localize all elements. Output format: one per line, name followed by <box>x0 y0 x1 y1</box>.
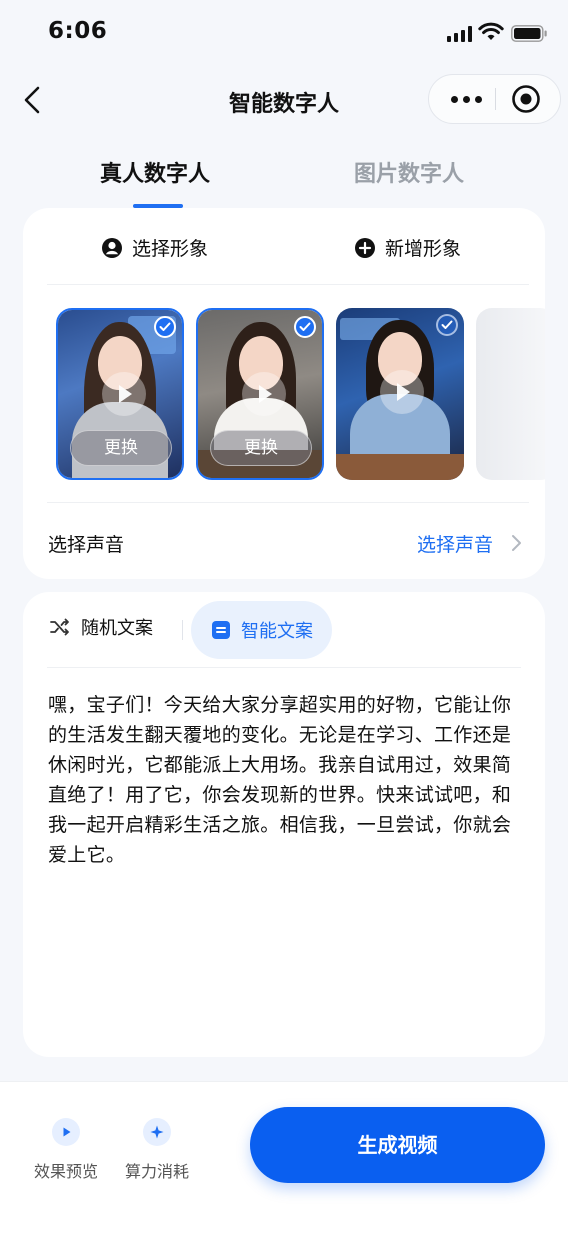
sparkle-icon <box>143 1118 171 1146</box>
copy-card: 随机文案 智能文案 嘿，宝子们！今天给大家分享超实用的好物，它能让你的生活发生翻… <box>23 592 545 1057</box>
tab-separator <box>182 620 183 640</box>
tab-random-copy[interactable]: 随机文案 <box>49 614 153 640</box>
plus-circle-icon <box>355 237 375 258</box>
check-icon <box>154 316 176 338</box>
wifi-icon <box>478 22 504 40</box>
divider <box>47 284 529 285</box>
more-icon[interactable] <box>441 75 493 123</box>
play-icon[interactable] <box>380 370 424 414</box>
replace-avatar-button[interactable]: 更换 <box>70 430 172 466</box>
avatar-card-4[interactable] <box>476 308 545 480</box>
tab-photo-person[interactable]: 图片数字人 <box>354 156 464 188</box>
add-avatar-label: 新增形象 <box>385 238 462 260</box>
compute-cost-label: 算力消耗 <box>124 1162 189 1181</box>
play-icon[interactable] <box>102 372 146 416</box>
play-circle-icon <box>52 1118 80 1146</box>
status-bar: 6:06 <box>0 0 568 64</box>
check-icon <box>294 316 316 338</box>
battery-icon <box>511 25 547 42</box>
avatar-card-1[interactable]: 更换 <box>56 308 184 480</box>
check-icon <box>436 314 458 336</box>
top-tabs: 真人数字人 图片数字人 <box>0 150 568 210</box>
preview-label: 效果预览 <box>33 1162 98 1181</box>
tab-smart-copy[interactable]: 智能文案 <box>191 601 332 659</box>
add-avatar-button[interactable]: 新增形象 <box>354 234 461 261</box>
avatar-card: 选择形象 新增形象 更换 更换 选择声音 选择声音 <box>23 208 545 579</box>
voice-label: 选择声音 <box>48 534 125 556</box>
bottom-bar: 效果预览 算力消耗 生成视频 <box>0 1081 568 1234</box>
avatar-list: 更换 更换 <box>56 308 545 480</box>
preview-button[interactable]: 效果预览 <box>26 1118 106 1182</box>
choose-avatar-label: 选择形象 <box>132 238 209 260</box>
signal-icon <box>447 26 473 42</box>
random-copy-label: 随机文案 <box>81 618 153 639</box>
divider <box>47 667 521 668</box>
status-time: 6:06 <box>48 18 108 44</box>
play-icon[interactable] <box>242 372 286 416</box>
script-text[interactable]: 嘿，宝子们！今天给大家分享超实用的好物，它能让你的生活发生翻天覆地的变化。无论是… <box>48 690 522 870</box>
smart-copy-label: 智能文案 <box>241 621 313 642</box>
nav-bar: 智能数字人 <box>0 64 568 140</box>
user-icon <box>102 237 122 258</box>
tab-real-person[interactable]: 真人数字人 <box>100 156 210 188</box>
chevron-right-icon[interactable] <box>510 534 522 552</box>
shuffle-icon <box>50 618 69 636</box>
document-icon <box>212 621 230 639</box>
choose-avatar-button[interactable]: 选择形象 <box>101 234 208 261</box>
divider <box>47 502 529 503</box>
generate-video-button[interactable]: 生成视频 <box>250 1107 545 1183</box>
mini-program-capsule <box>428 74 561 124</box>
avatar-card-3[interactable] <box>336 308 464 480</box>
avatar-card-2[interactable]: 更换 <box>196 308 324 480</box>
replace-avatar-button[interactable]: 更换 <box>210 430 312 466</box>
close-target-icon[interactable] <box>511 84 541 114</box>
capsule-divider <box>495 88 496 110</box>
choose-voice-link[interactable]: 选择声音 <box>417 530 493 557</box>
compute-cost-button[interactable]: 算力消耗 <box>117 1118 197 1182</box>
avatar-actions: 选择形象 新增形象 <box>23 208 545 284</box>
